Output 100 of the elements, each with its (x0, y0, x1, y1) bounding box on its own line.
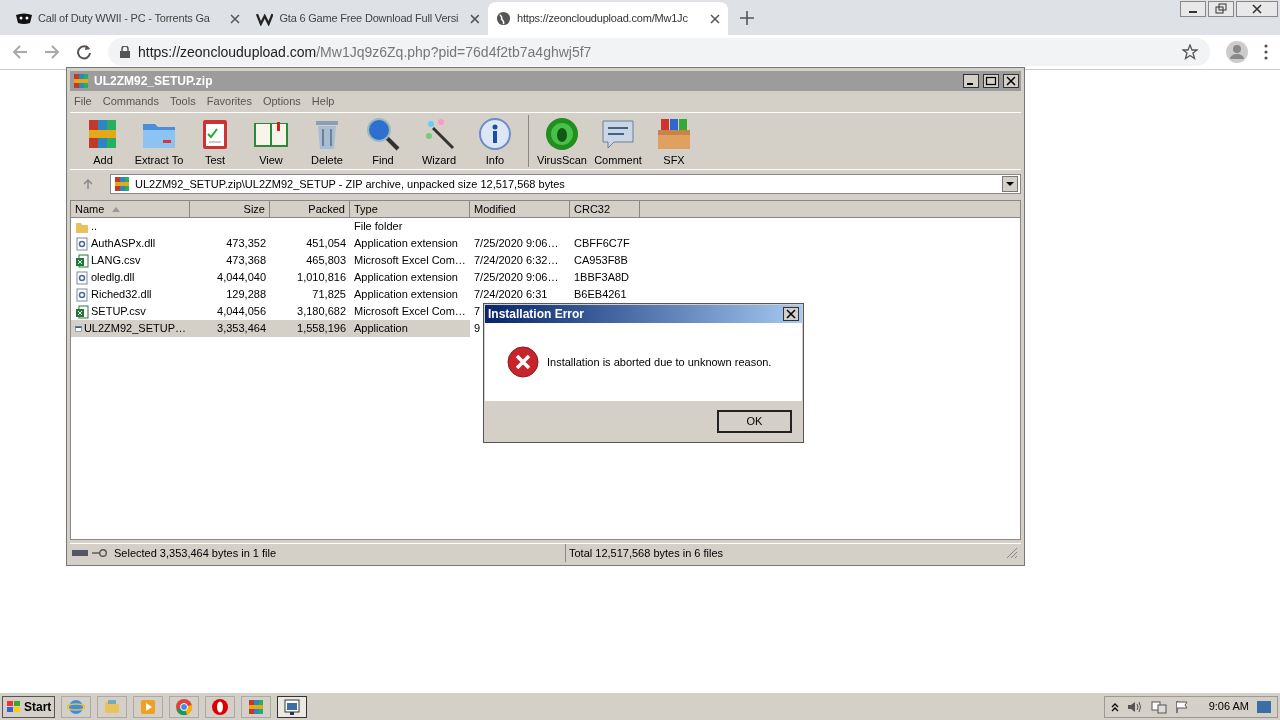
lock-icon (120, 46, 130, 58)
clock: 9:06 AM (1208, 699, 1249, 715)
profile-icon[interactable] (1226, 41, 1248, 63)
menu-item[interactable]: Options (262, 92, 301, 110)
table-cell-text: LANG.csv (91, 253, 141, 269)
minimize-icon[interactable] (963, 74, 979, 88)
table-cell-text: 473,368 (226, 253, 266, 269)
gear-file-icon (75, 270, 89, 285)
close-icon[interactable] (230, 13, 240, 24)
table-cell-text: 71,825 (312, 287, 346, 303)
table-cell-text: UL2ZM92_SETUP… (83, 321, 186, 337)
table-cell-text: oledlg.dll (91, 270, 135, 286)
table-cell-text: 451,054 (306, 236, 346, 252)
chevron-up-icon[interactable] (1110, 701, 1119, 712)
menu-item[interactable]: Tools (170, 92, 196, 110)
ok-button[interactable]: OK (717, 409, 792, 433)
globe-icon (496, 11, 511, 26)
table-cell-text: 9 (474, 321, 481, 337)
table-cell-text: Application extension (354, 270, 458, 286)
toolbar-button[interactable]: SFX (647, 114, 701, 169)
spreadsheet-icon (75, 253, 89, 268)
toolbar-button[interactable]: Test (188, 114, 242, 169)
w-logo-icon (256, 11, 274, 26)
dropdown-icon[interactable] (1002, 176, 1018, 192)
table-cell-text: 129,288 (226, 287, 266, 303)
close-icon[interactable] (470, 13, 480, 24)
table-cell-text: Microsoft Excel Com… (354, 253, 466, 269)
maximize-icon[interactable] (983, 74, 999, 88)
table-cell-text: Riched32.dll (91, 287, 152, 303)
menu-icon[interactable] (1264, 44, 1268, 60)
reload-icon[interactable] (76, 44, 92, 60)
close-icon[interactable] (710, 13, 720, 24)
table-cell-text: 3,353,464 (217, 321, 266, 337)
close-icon[interactable] (1236, 1, 1278, 17)
menu-item[interactable]: Help (311, 92, 335, 110)
address-bar[interactable]: https://zeoncloudupload.com/Mw1Jq9z6Zq.php?pid=76d4f2tb7a4ghwj5f7 (108, 38, 1210, 66)
table-cell-text: Application extension (354, 236, 458, 252)
table-cell-text: 4,044,040 (217, 270, 266, 286)
show-desktop-icon[interactable] (1257, 700, 1271, 713)
toolbar-button[interactable]: Wizard (412, 114, 466, 169)
table-cell-text: 1,558,196 (297, 321, 346, 337)
restore-icon[interactable] (1208, 1, 1234, 17)
speaker-icon[interactable] (1126, 699, 1143, 714)
gear-file-icon (75, 236, 89, 251)
close-icon[interactable] (783, 307, 799, 321)
table-cell-text: 1,010,816 (297, 270, 346, 286)
menu-item[interactable]: Commands (102, 92, 159, 110)
table-cell-text: 1BBF3A8D (574, 270, 630, 286)
archive-books-icon (113, 175, 131, 193)
table-cell-text: 7 (474, 304, 481, 320)
tab-title: Gta 6 Game Free Download Full Versi (279, 11, 459, 27)
menu-item[interactable]: Favorites (206, 92, 252, 110)
o-logo-icon (211, 697, 230, 716)
table-cell-text: CBFF6C7F (574, 236, 630, 252)
path-field[interactable]: UL2ZM92_SETUP.zip\UL2ZM92_SETUP - ZIP archive, unpacked size 12,517,568 bytes (110, 174, 1021, 194)
sort-ascending-icon (112, 206, 121, 212)
start-button[interactable]: Start (2, 695, 56, 718)
table-cell-text: 7/24/2020 6:31 (474, 287, 548, 303)
magnifier-icon (365, 115, 401, 152)
close-icon[interactable] (1003, 74, 1019, 88)
dialog-title: Installation Error (488, 306, 586, 323)
toolbar-button[interactable]: View (244, 114, 298, 169)
table-cell-text: 7/25/2020 9:06… (474, 236, 559, 252)
table-cell-text: 4,044,056 (217, 304, 266, 320)
table-cell-text: Application (354, 321, 408, 337)
table-cell-text: 3,180,682 (297, 304, 346, 320)
table-cell-text: CA953F8B (574, 253, 628, 269)
toolbar-button[interactable]: Add (76, 114, 130, 169)
play-icon (139, 697, 158, 716)
file-row[interactable]: UL2ZM92_SETUP… 3,353,464 1,558,196 Application (71, 320, 470, 337)
table-cell-text: SETUP.csv (91, 304, 146, 320)
table-cell-text: 7/25/2020 9:06… (474, 270, 559, 286)
toolbar-button[interactable]: Find (356, 114, 410, 169)
table-cell-text: Application extension (354, 287, 458, 303)
spreadsheet-icon (75, 304, 89, 319)
table-cell-text: 473,352 (226, 236, 266, 252)
table-cell-text: Microsoft Excel Com… (354, 304, 466, 320)
toolbar-button[interactable]: Info (468, 114, 522, 169)
flag-icon[interactable] (1174, 699, 1189, 714)
minimize-icon[interactable] (1180, 1, 1206, 17)
table-cell-text: 7/24/2020 6:32… (474, 253, 559, 269)
network-icon[interactable] (1150, 699, 1167, 714)
column-header[interactable]: Modified (470, 201, 570, 218)
menu-item[interactable]: File (74, 92, 92, 110)
browser-logo-icon (175, 697, 194, 716)
key-icon (92, 549, 108, 557)
browser-tab[interactable]: https://zeoncloudupload.com/Mw1Jc (488, 2, 728, 35)
toolbar-button[interactable]: Delete (300, 114, 354, 169)
folder-icon (103, 697, 122, 716)
archive-path: UL2ZM92_SETUP.zip\UL2ZM92_SETUP - ZIP archive, unpacked size 12,517,568 bytes (135, 176, 566, 192)
star-icon[interactable] (1182, 44, 1198, 60)
new-tab-icon[interactable] (740, 11, 754, 25)
column-header[interactable]: CRC32 (570, 201, 640, 218)
resize-grip-icon[interactable] (1006, 547, 1018, 559)
tab-title: Call of Duty WWII - PC - Torrents Ga (38, 11, 210, 27)
toolbar-button[interactable]: VirusScan (535, 114, 589, 169)
taskbar-button[interactable] (277, 695, 308, 718)
toolbar-button[interactable]: Extract To (132, 114, 186, 169)
toolbar-button[interactable]: Comment (591, 114, 645, 169)
archive-books-icon (247, 697, 266, 716)
